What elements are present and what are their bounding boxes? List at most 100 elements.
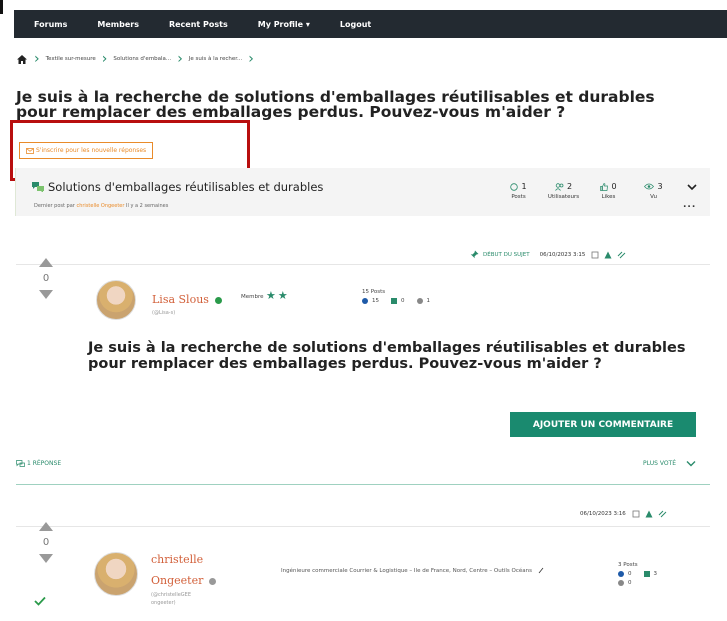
accepted-answer-icon xyxy=(34,596,46,606)
last-post-prefix: Dernier post par xyxy=(34,203,75,209)
online-status-icon xyxy=(214,296,222,304)
link-icon[interactable] xyxy=(617,251,626,259)
chat-bubbles-icon xyxy=(32,182,44,192)
reply-count-comments: 0 xyxy=(628,580,632,586)
users-icon xyxy=(555,182,564,191)
downvote-arrow-icon[interactable] xyxy=(39,554,53,563)
posts-icon xyxy=(510,182,519,191)
stat-users-label: Utilisateurs xyxy=(547,194,580,200)
stat-users: 2 Utilisateurs xyxy=(541,182,586,200)
upvote-arrow-icon[interactable] xyxy=(39,522,53,531)
reply-author-handle-line2: ongeeter) xyxy=(151,600,176,606)
answer-icon xyxy=(391,298,397,304)
chevron-right-icon: › xyxy=(34,51,40,67)
reply-author-posts-label: 3 Posts xyxy=(618,562,638,568)
answer-icon xyxy=(643,571,650,577)
offline-status-icon xyxy=(209,577,217,585)
chevron-down-icon[interactable] xyxy=(686,182,698,192)
link-icon[interactable] xyxy=(538,567,544,574)
topic-start-badge: DÉBUT DU SUJET xyxy=(483,251,530,258)
upvote-arrow-icon[interactable] xyxy=(39,258,53,267)
stat-views-label: Vu xyxy=(650,194,657,200)
reply-author-post-stats: 3 Posts 0 3 0 xyxy=(618,562,669,586)
stat-likes-value: 0 xyxy=(611,182,617,191)
author-posts-label: 15 Posts xyxy=(362,289,386,295)
replies-icon xyxy=(16,460,25,467)
count-comments: 1 xyxy=(426,298,431,304)
stat-likes-label: Likes xyxy=(601,194,616,200)
author-handle: (@Lisa-s) xyxy=(152,310,176,316)
breadcrumb-item-topic[interactable]: Solutions d'embala... xyxy=(113,56,171,62)
reply-author-name-line1[interactable]: christelle xyxy=(151,553,203,566)
reply-count-answers: 3 xyxy=(653,571,658,577)
chevron-right-icon: › xyxy=(101,51,108,67)
eye-icon xyxy=(644,183,655,190)
stat-users-value: 2 xyxy=(566,182,573,191)
bookmark-icon[interactable] xyxy=(591,251,599,259)
reply-author-description-text: Ingénieure commerciale Courrier & Logist… xyxy=(281,568,532,574)
topic-title-text: Solutions d'emballages réutilisables et … xyxy=(48,180,324,194)
reply-votes: 0 xyxy=(38,522,54,563)
nav-logout[interactable]: Logout xyxy=(340,20,371,29)
warning-icon[interactable] xyxy=(604,251,612,259)
link-icon[interactable] xyxy=(658,510,667,518)
sort-dropdown[interactable]: PLUS VOTÉ xyxy=(643,460,696,467)
stat-posts: 1 Posts xyxy=(496,182,541,200)
warning-icon[interactable] xyxy=(645,510,653,518)
last-post-time: Il y a 2 semaines xyxy=(126,203,169,209)
thumbs-up-icon xyxy=(600,182,609,191)
reply-count-questions: 0 xyxy=(628,571,632,577)
topic-last-post: Dernier post par christelle Ongeeter Il … xyxy=(34,203,168,209)
breadcrumb: › Textile sur-mesure › Solutions d'embal… xyxy=(16,51,260,67)
member-label: Membre xyxy=(241,294,264,300)
author-name[interactable]: Lisa Slous xyxy=(152,293,222,306)
last-post-author[interactable]: christelle Ongeeter xyxy=(76,203,124,209)
home-icon[interactable] xyxy=(16,53,28,65)
reply-author-name[interactable]: Ongeeter xyxy=(151,574,217,587)
chevron-down-icon xyxy=(686,461,696,467)
rating-stars: ★★ xyxy=(266,289,290,302)
question-icon xyxy=(618,571,624,577)
topic-summary-card: Solutions d'emballages réutilisables et … xyxy=(15,168,710,216)
stat-posts-label: Posts xyxy=(511,194,526,200)
stat-likes: 0 Likes xyxy=(586,182,631,200)
divider xyxy=(16,526,710,527)
forum-topic-page: Forums Members Recent Posts My Profile ▾… xyxy=(0,0,727,621)
reply-author-handle-line1: (@christelleGEE xyxy=(151,592,192,598)
avatar[interactable] xyxy=(96,280,136,320)
question-icon xyxy=(362,298,368,304)
topic-stats: 1 Posts 2 Utilisateurs 0 Likes 3 Vu xyxy=(496,182,676,200)
add-comment-button[interactable]: AJOUTER UN COMMENTAIRE xyxy=(510,412,696,437)
avatar[interactable] xyxy=(94,552,138,596)
chevron-right-icon: › xyxy=(248,51,254,67)
count-questions: 15 xyxy=(372,298,379,304)
nav-forums[interactable]: Forums xyxy=(34,20,67,29)
reply-datetime: 06/10/2023 3:16 xyxy=(580,511,626,517)
downvote-arrow-icon[interactable] xyxy=(39,290,53,299)
more-options-button[interactable]: ... xyxy=(683,200,696,210)
breadcrumb-item-current[interactable]: Je suis à la recher... xyxy=(189,56,242,62)
replies-header: 1 RÉPONSE PLUS VOTÉ xyxy=(16,460,710,467)
author-post-stats: 15 Posts 15 0 1 xyxy=(362,289,442,304)
first-post-datetime: 06/10/2023 3:15 xyxy=(539,251,586,258)
divider xyxy=(16,264,710,265)
post-body: Je suis à la recherche de solutions d'em… xyxy=(88,340,686,372)
pin-icon xyxy=(470,250,479,259)
first-post-meta: DÉBUT DU SUJET 06/10/2023 3:15 xyxy=(470,250,626,259)
nav-members[interactable]: Members xyxy=(97,20,139,29)
nav-my-profile[interactable]: My Profile ▾ xyxy=(258,20,310,29)
chevron-right-icon: › xyxy=(177,51,183,67)
sort-label: PLUS VOTÉ xyxy=(643,460,676,467)
reply-meta: 06/10/2023 3:16 xyxy=(580,510,667,518)
breadcrumb-item-forum[interactable]: Textile sur-mesure xyxy=(46,56,96,62)
nav-recent-posts[interactable]: Recent Posts xyxy=(169,20,228,29)
topic-title[interactable]: Solutions d'emballages réutilisables et … xyxy=(32,180,323,194)
comment-icon xyxy=(416,298,423,304)
author-name-text: Lisa Slous xyxy=(152,293,209,306)
bookmark-icon[interactable] xyxy=(632,510,640,518)
reply-author-description: Ingénieure commerciale Courrier & Logist… xyxy=(281,565,581,577)
vote-count: 0 xyxy=(42,273,50,284)
reply-vote-count: 0 xyxy=(42,537,50,548)
count-answers: 0 xyxy=(401,298,405,304)
page-title: Je suis à la recherche de solutions d'em… xyxy=(16,88,655,121)
